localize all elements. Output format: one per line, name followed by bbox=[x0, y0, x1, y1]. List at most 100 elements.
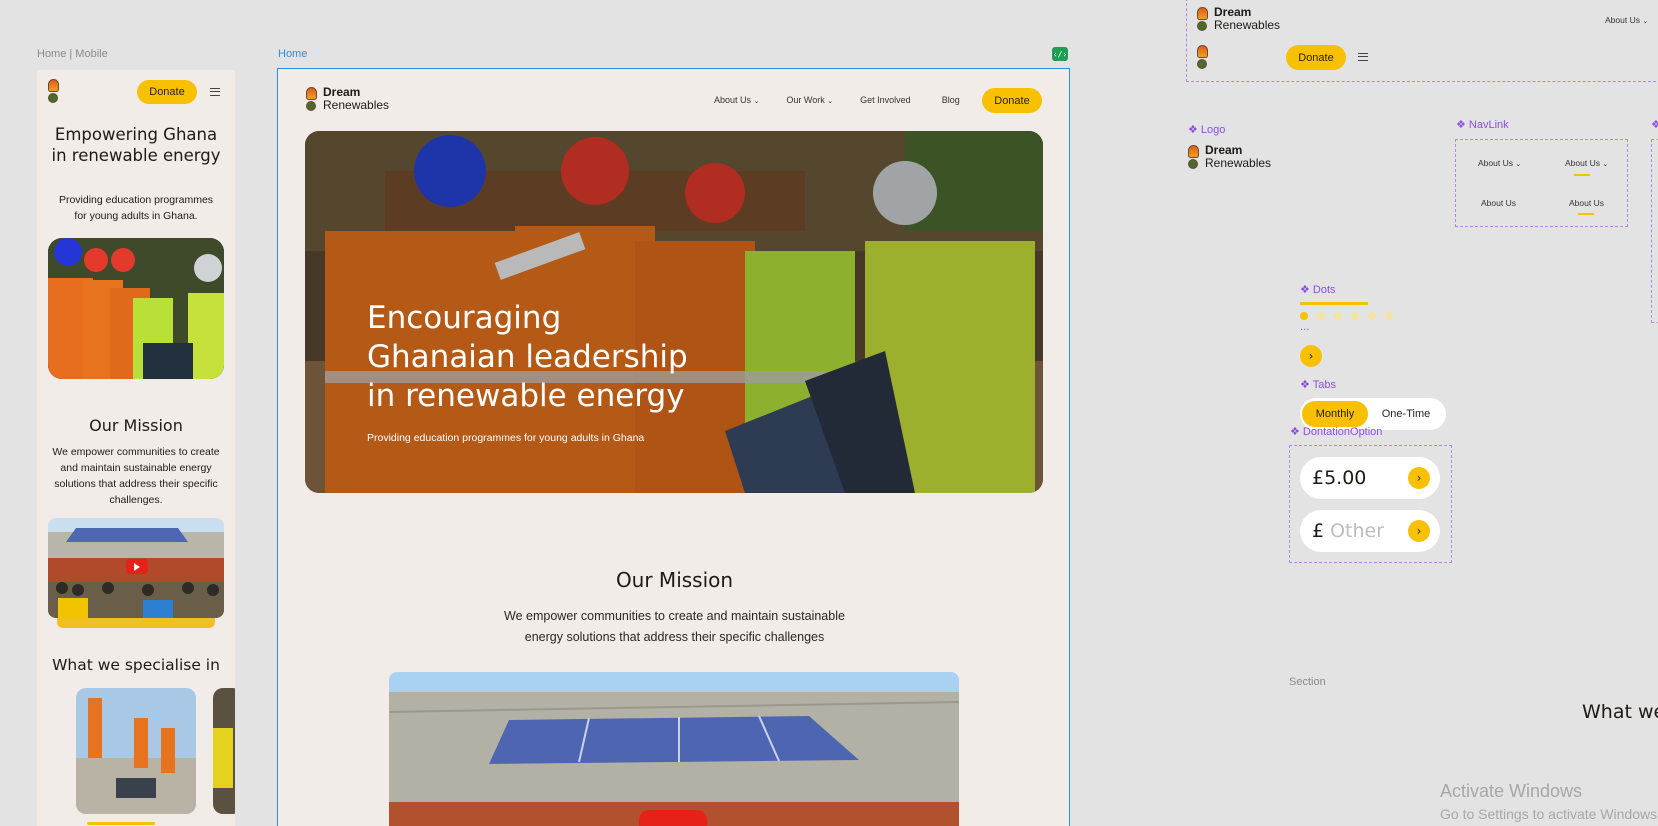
mobile-frame-label[interactable]: Home | Mobile bbox=[37, 48, 108, 60]
mobile-logo[interactable] bbox=[47, 79, 59, 103]
preview-logo-line2: Renewables bbox=[1214, 17, 1281, 32]
chevron-right-icon[interactable]: › bbox=[1408, 520, 1430, 542]
navlink-variants[interactable] bbox=[1455, 139, 1628, 227]
dots-component-label[interactable]: ❖ Dots bbox=[1300, 283, 1336, 296]
component-icon: ❖ bbox=[1651, 119, 1658, 131]
nav-get-involved[interactable]: Get Involved bbox=[860, 95, 911, 105]
desktop-frame[interactable]: Dream Renewables About Us ⌄ Our Work ⌄ G… bbox=[277, 68, 1070, 826]
nav-our-work[interactable]: Our Work ⌄ bbox=[786, 95, 833, 105]
desktop-donate-button[interactable]: Donate bbox=[982, 88, 1042, 113]
specialise-carousel-indicator bbox=[87, 822, 155, 825]
chevron-right-icon[interactable]: › bbox=[1300, 345, 1322, 367]
preview-donate-button[interactable]: Donate bbox=[1286, 45, 1346, 70]
section-heading-partial: What we bbox=[1582, 701, 1658, 723]
desktop-frame-label[interactable]: Home bbox=[278, 48, 307, 60]
mobile-specialise-title: What we specialise in bbox=[52, 656, 220, 674]
donation-option-component-label[interactable]: ❖ DontationOption bbox=[1290, 425, 1382, 438]
chevron-right-icon[interactable]: › bbox=[1408, 467, 1430, 489]
mobile-frame[interactable]: Donate Empowering Ghana in renewable ene… bbox=[37, 70, 235, 826]
mobile-menu-icon[interactable] bbox=[210, 88, 220, 96]
logo-component-line2: Renewables bbox=[1205, 155, 1272, 170]
mission-text-line: We empower communities to create and mai… bbox=[504, 609, 845, 623]
donation-amount: £5.00 bbox=[1312, 467, 1367, 489]
navlink-variant-dropdown[interactable]: About Us ⌄ bbox=[1478, 158, 1521, 168]
logo-component-label[interactable]: ❖ Logo bbox=[1188, 123, 1225, 136]
logo-line2: Renewables bbox=[323, 97, 390, 112]
navlink-active-underline bbox=[1574, 174, 1590, 176]
logo-icon bbox=[47, 79, 59, 103]
mobile-video-accent-bar bbox=[57, 618, 215, 628]
logo-icon bbox=[1196, 45, 1208, 69]
nav-blog[interactable]: Blog bbox=[942, 95, 960, 105]
preview-logo[interactable]: Dream Renewables bbox=[1196, 6, 1280, 31]
component-icon: ❖ bbox=[1290, 426, 1303, 438]
mobile-hero-image bbox=[48, 238, 224, 379]
dots-ellipsis: ... bbox=[1300, 322, 1310, 333]
hero-title-line: Ghanaian leadership bbox=[367, 339, 688, 375]
chevron-down-icon: ⌄ bbox=[1602, 161, 1609, 168]
donation-amount-option[interactable]: £5.00 › bbox=[1300, 457, 1440, 499]
dot[interactable] bbox=[1351, 312, 1359, 320]
desktop-mission-text: We empower communities to create and mai… bbox=[278, 606, 1069, 648]
windows-activation-title: Activate Windows bbox=[1440, 781, 1583, 801]
youtube-play-icon[interactable] bbox=[126, 559, 148, 574]
dot[interactable] bbox=[1385, 312, 1393, 320]
logo-component[interactable]: Dream Renewables bbox=[1187, 144, 1271, 169]
desktop-logo[interactable]: Dream Renewables bbox=[305, 86, 389, 111]
mobile-hero-subtitle: Providing education programmes for young… bbox=[58, 194, 214, 222]
dots-indicator[interactable] bbox=[1300, 312, 1393, 320]
chevron-down-icon: ⌄ bbox=[1642, 18, 1649, 25]
dot[interactable] bbox=[1334, 312, 1342, 320]
section-frame-label[interactable]: Section bbox=[1289, 676, 1326, 688]
chevron-down-icon: ⌄ bbox=[827, 98, 834, 105]
mobile-video-thumbnail[interactable] bbox=[48, 518, 224, 618]
dot-active[interactable] bbox=[1300, 312, 1308, 320]
tab-one-time[interactable]: One-Time bbox=[1368, 408, 1444, 420]
currency-symbol: £ bbox=[1312, 520, 1325, 542]
navlink-component-label[interactable]: ❖ NavLink bbox=[1456, 118, 1509, 131]
code-view-icon[interactable]: ‹/› bbox=[1052, 47, 1068, 61]
workers-illustration bbox=[48, 238, 224, 379]
navlink-variant-dropdown-active[interactable]: About Us ⌄ bbox=[1565, 158, 1608, 168]
tab-monthly[interactable]: Monthly bbox=[1302, 401, 1368, 427]
desktop-nav: About Us ⌄ Our Work ⌄ Get Involved Blog bbox=[714, 95, 960, 105]
dots-progress-bar bbox=[1300, 302, 1368, 305]
specialise-card-image-next[interactable] bbox=[213, 688, 235, 814]
component-icon: ❖ bbox=[1188, 124, 1201, 136]
dot[interactable] bbox=[1368, 312, 1376, 320]
windows-activation-subtitle: Go to Settings to activate Windows. bbox=[1440, 806, 1658, 822]
navlink-active-underline bbox=[1578, 213, 1594, 215]
component-icon: ❖ bbox=[1300, 379, 1313, 391]
component-icon: ❖ bbox=[1300, 284, 1313, 296]
logo-icon bbox=[305, 86, 317, 111]
donation-other-option[interactable]: £ Other › bbox=[1300, 510, 1440, 552]
logo-icon bbox=[1196, 6, 1208, 31]
preview-nav-about-us[interactable]: About Us ⌄ bbox=[1605, 15, 1648, 25]
youtube-play-icon[interactable] bbox=[639, 810, 707, 826]
navlink-variant-plain-active[interactable]: About Us bbox=[1569, 198, 1604, 208]
logo-icon bbox=[1187, 144, 1199, 169]
hero-title: Encouraging Ghanaian leadership in renew… bbox=[367, 299, 688, 416]
hero-subtitle: Providing education programmes for young… bbox=[367, 432, 645, 444]
desktop-mission-title: Our Mission bbox=[615, 568, 734, 592]
mission-text-line: energy solutions that address their spec… bbox=[524, 630, 825, 644]
hero-title-line: in renewable energy bbox=[367, 378, 685, 414]
dot[interactable] bbox=[1317, 312, 1325, 320]
hero-title-line: Encouraging bbox=[367, 300, 562, 336]
nav-about-us[interactable]: About Us ⌄ bbox=[714, 95, 759, 105]
mobile-mission-text: We empower communities to create and mai… bbox=[52, 446, 220, 506]
preview-menu-icon[interactable] bbox=[1358, 53, 1368, 61]
desktop-hero-image: Encouraging Ghanaian leadership in renew… bbox=[305, 131, 1043, 493]
component-icon: ❖ bbox=[1456, 119, 1469, 131]
desktop-video-thumbnail[interactable] bbox=[389, 672, 959, 826]
chevron-down-icon: ⌄ bbox=[753, 98, 760, 105]
specialise-card-image[interactable] bbox=[76, 688, 196, 814]
chevron-down-icon: ⌄ bbox=[1515, 161, 1522, 168]
navlink-variant-plain[interactable]: About Us bbox=[1481, 198, 1516, 208]
other-amount-input[interactable]: Other bbox=[1330, 520, 1384, 542]
tabs-component-label[interactable]: ❖ Tabs bbox=[1300, 378, 1336, 391]
preview-logo-icon-small[interactable] bbox=[1196, 45, 1208, 69]
mobile-donate-button[interactable]: Donate bbox=[137, 80, 197, 104]
next-component-edge[interactable] bbox=[1651, 139, 1658, 323]
mobile-hero-title: Empowering Ghana in renewable energy bbox=[51, 125, 221, 165]
